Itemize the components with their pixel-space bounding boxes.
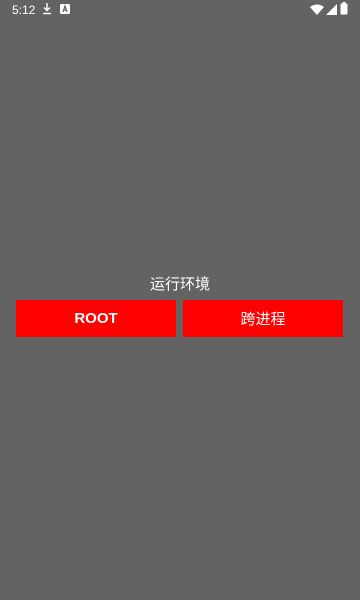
status-time: 5:12 — [12, 3, 36, 17]
battery-icon — [340, 2, 348, 15]
screen: 5:12 运行环境 ROOT 跨进程 — [0, 0, 360, 600]
download-icon — [43, 3, 51, 15]
a-icon — [60, 4, 70, 14]
status-bar: 5:12 — [0, 0, 360, 20]
environment-label: 运行环境 — [149, 275, 210, 293]
cross-process-button[interactable]: 跨进程 — [183, 300, 343, 337]
root-button[interactable]: ROOT — [16, 300, 176, 337]
wifi-icon — [310, 4, 324, 15]
signal-icon — [326, 4, 337, 15]
